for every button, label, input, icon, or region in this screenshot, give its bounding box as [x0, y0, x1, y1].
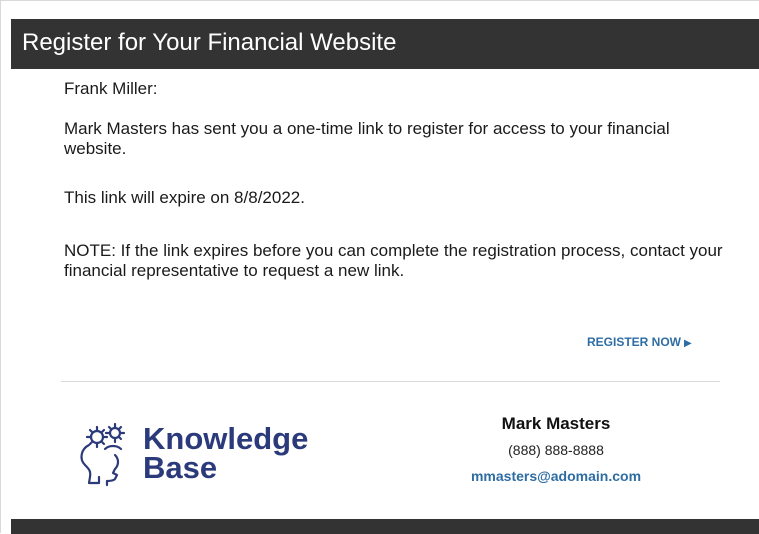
contact-name: Mark Masters [501, 414, 611, 433]
header-bar: Register for Your Financial Website [11, 19, 759, 69]
divider [61, 381, 720, 382]
play-triangle-icon: ▶ [684, 338, 692, 349]
page-title: Register for Your Financial Website [22, 29, 397, 56]
logo-text-line2: Base [143, 450, 218, 485]
head-with-gears-icon [80, 422, 126, 487]
contact-phone: (888) 888-8888 [508, 442, 604, 458]
email-frame: Register for Your Financial Website Fran… [0, 0, 759, 534]
register-now-link[interactable]: REGISTER NOW ▶ [587, 334, 692, 352]
contact-card: Mark Masters (888) 888-8888 mmasters@ado… [441, 413, 671, 485]
note-text: NOTE: If the link expires before you can… [64, 241, 723, 280]
footer-bar [11, 519, 759, 534]
message-text: Mark Masters has sent you a one-time lin… [64, 119, 670, 158]
knowledge-base-logo: Knowledge Base [75, 411, 335, 491]
expiry-text: This link will expire on 8/8/2022. [64, 188, 305, 207]
contact-email-link[interactable]: mmasters@adomain.com [441, 467, 671, 485]
greeting-text: Frank Miller: [64, 79, 158, 98]
register-now-label: REGISTER NOW [587, 335, 682, 349]
